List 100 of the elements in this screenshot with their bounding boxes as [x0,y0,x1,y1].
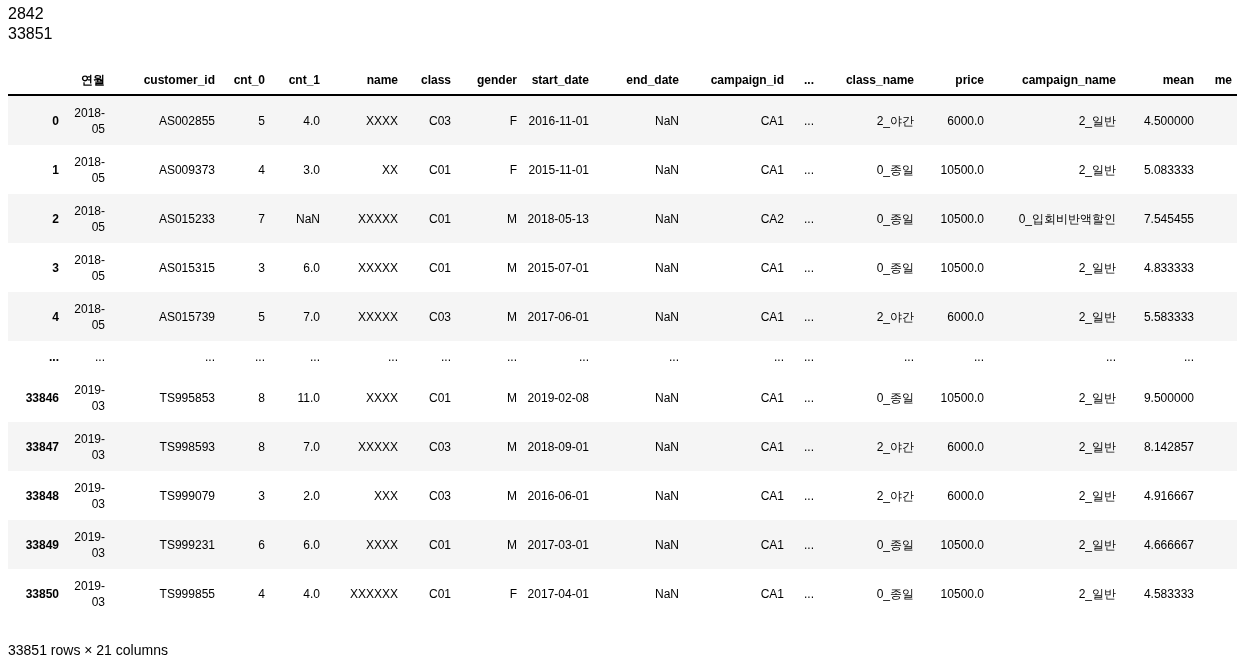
column-header: 연월 [64,68,110,95]
output-text: 33851 [8,24,53,44]
table-cell: NaN [594,243,684,292]
table-cell: C01 [403,520,456,569]
table-cell: 2_일반 [989,95,1121,145]
table-cell: 2_야간 [819,422,919,471]
table-cell: ... [1121,341,1199,373]
column-header: me [1199,68,1237,95]
table-cell: M [456,373,522,422]
table-cell: C01 [403,373,456,422]
row-index: 33846 [8,373,64,422]
table-cell: ... [789,95,819,145]
table-cell: CA1 [684,145,789,194]
table-cell: ... [456,341,522,373]
table-cell: CA1 [684,520,789,569]
table-cell: 0_종일 [819,569,919,618]
column-header: name [325,68,403,95]
table-cell: 0_종일 [819,373,919,422]
table-cell: ... [789,569,819,618]
table-cell: M [456,520,522,569]
table-cell: 0_입회비반액할인 [989,194,1121,243]
table-cell: 10500.0 [919,520,989,569]
table-cell: CA1 [684,569,789,618]
table-cell: AS015233 [110,194,220,243]
table-cell: C03 [403,95,456,145]
table-cell: 8.142857 [1121,422,1199,471]
table-cell: 10500.0 [919,194,989,243]
table-cell: 2_일반 [989,471,1121,520]
table-cell: 8 [220,373,270,422]
table-cell: ... [789,341,819,373]
table-cell: 2018-05 [64,292,110,341]
table-cell: 5 [220,292,270,341]
table-cell: XXXXX [325,243,403,292]
table-cell: ... [789,292,819,341]
table-cell: 2_일반 [989,145,1121,194]
table-cell: XX [325,145,403,194]
table-cell: NaN [594,145,684,194]
table-cell: ... [270,341,325,373]
table-cell: XXXXX [325,194,403,243]
table-cell: ... [789,520,819,569]
table-cell: 4.500000 [1121,95,1199,145]
row-index: 2 [8,194,64,243]
table-cell: XXXX [325,373,403,422]
table-cell: TS998593 [110,422,220,471]
table-cell: 0_종일 [819,145,919,194]
table-cell: 3 [220,243,270,292]
table-cell: 7 [220,194,270,243]
table-cell: 2_일반 [989,292,1121,341]
table-cell: 6000.0 [919,95,989,145]
table-cell: 6000.0 [919,471,989,520]
table-cell: ... [789,243,819,292]
row-index: 4 [8,292,64,341]
table-cell: ... [789,471,819,520]
table-cell: CA1 [684,292,789,341]
table-cell: 9.500000 [1121,373,1199,422]
table-cell: 2016-06-01 [522,471,594,520]
table-cell: 10500.0 [919,243,989,292]
table-cell: 5.083333 [1121,145,1199,194]
table-cell: M [456,194,522,243]
table-cell: 7.0 [270,422,325,471]
table-cell: 6000.0 [919,422,989,471]
table-cell: NaN [594,520,684,569]
table-cell: M [456,422,522,471]
table-cell: 6000.0 [919,292,989,341]
table-cell: 2017-04-01 [522,569,594,618]
table-cell: 2_야간 [819,292,919,341]
row-index: 1 [8,145,64,194]
table-cell: XXXX [325,95,403,145]
table-cell: 5 [220,95,270,145]
table-cell: AS015315 [110,243,220,292]
table-cell: XXXXX [325,292,403,341]
table-cell: ... [789,422,819,471]
table-cell: 2018-05 [64,194,110,243]
table-cell: M [456,292,522,341]
table-cell: 8 [220,422,270,471]
table-cell: TS995853 [110,373,220,422]
table-cell: C01 [403,194,456,243]
table-cell: CA1 [684,243,789,292]
table-cell: 2019-03 [64,422,110,471]
table-cell: 2_일반 [989,520,1121,569]
row-index: 33847 [8,422,64,471]
table-cell: ... [64,341,110,373]
table-cell: 11.0 [270,373,325,422]
column-header: start_date [522,68,594,95]
table-cell: CA1 [684,422,789,471]
table-cell: M [456,243,522,292]
table-cell: 2018-05 [64,95,110,145]
column-header: price [919,68,989,95]
table-cell: 2.0 [270,471,325,520]
row-index: ... [8,341,64,373]
table-cell: ... [522,341,594,373]
table-cell: F [456,569,522,618]
table-cell: 2018-09-01 [522,422,594,471]
table-cell: 7.545455 [1121,194,1199,243]
table-cell: 4.833333 [1121,243,1199,292]
table-cell: 2015-11-01 [522,145,594,194]
table-cell: 4.583333 [1121,569,1199,618]
table-cell: 2_일반 [989,373,1121,422]
table-cell: 2019-02-08 [522,373,594,422]
column-header: campaign_name [989,68,1121,95]
